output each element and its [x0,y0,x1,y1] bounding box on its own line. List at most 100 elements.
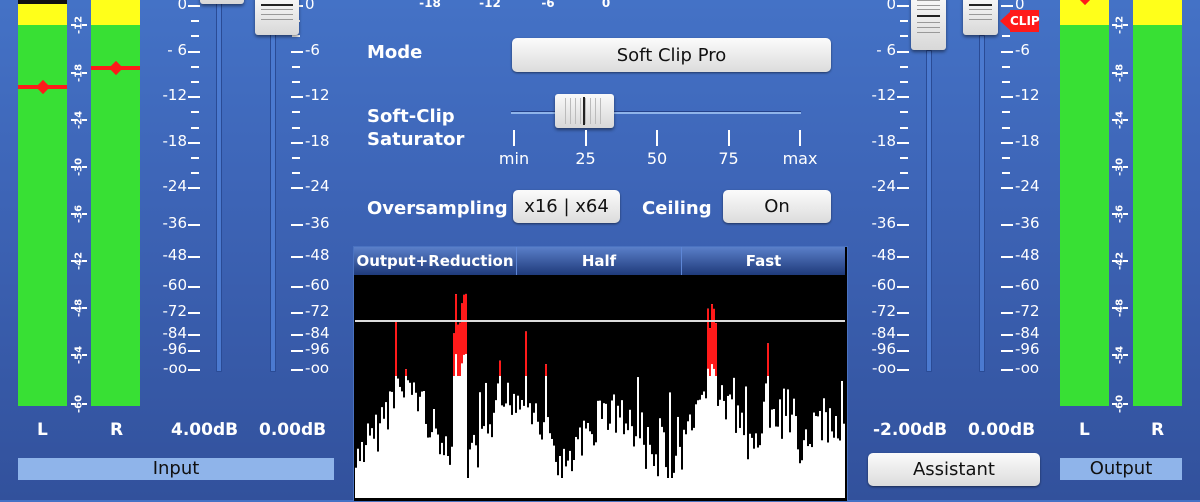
waveform-bar [795,416,797,498]
waveform-bar [613,394,615,498]
output-gain-value: -2.00dB [873,420,948,440]
fader-scale-label: -60 [305,276,330,294]
waveform-bar [523,405,525,498]
oversampling-button[interactable]: x16 | x64 [513,190,620,223]
fader-scale-tick [188,187,200,189]
output-gain-track[interactable] [926,50,932,372]
waveform-bar [837,438,839,498]
waveform-bar [549,433,551,498]
output-gain-fader[interactable] [911,0,946,50]
input-level-fader[interactable] [255,0,299,35]
waveform-bar [483,426,485,498]
waveform-bar [387,429,389,498]
waveform-bar [825,412,827,498]
waveform-bar [765,383,767,498]
fader-scale-tick [291,224,303,226]
waveform-bar [439,454,441,498]
waveform-bar [631,426,633,498]
waveform-bar [801,460,803,498]
fader-scale-label: -12 [871,86,897,104]
waveform-bar [673,472,675,498]
waveform-bar [427,437,429,498]
waveform-bar [513,393,515,498]
waveform-bar [377,451,379,498]
saturator-knob[interactable] [555,94,614,128]
meter-scale-label: -36 [73,204,85,224]
output-level-track[interactable] [979,35,985,372]
waveform-bar [741,412,743,498]
waveform-bar [717,405,719,498]
waveform-bar [533,412,535,498]
fader-scale-minor-tick [292,66,300,68]
waveform-bar [803,440,805,498]
reduction-bar [545,364,547,376]
waveform-bar [669,392,671,498]
meter-scale-label: -12 [1114,15,1126,35]
reduction-bar [455,294,457,355]
tab-half[interactable]: Half [517,247,682,275]
input-gain-fader[interactable] [200,0,244,4]
fader-scale-tick [1001,142,1013,144]
waveform-bar [441,442,443,498]
waveform-bar [789,432,791,498]
fader-scale-label: -18 [162,132,188,150]
waveform-bar [781,438,783,498]
waveform-bar [445,436,447,498]
fader-scale-tick [291,142,303,144]
ceiling-button[interactable]: On [723,190,831,223]
fader-scale-tick [1001,350,1013,352]
fader-scale-label: -72 [871,302,897,320]
waveform-bar [397,378,399,498]
reduction-bar [453,333,455,376]
waveform-bar [539,434,541,498]
top-scale-tick: -6 [541,0,555,10]
input-channel-r: R [110,420,124,440]
output-level-fader[interactable] [963,0,998,35]
fader-scale-label: -24 [871,177,897,195]
waveform-bar [643,444,645,498]
output-channel-l: L [1079,420,1090,440]
waveform-bar [385,402,387,498]
assistant-button[interactable]: Assistant [868,453,1040,486]
mode-select[interactable]: Soft Clip Pro [512,38,831,72]
waveform-bar [807,446,809,498]
peak-hold-marker [91,60,140,76]
fader-scale-label: -18 [305,132,330,150]
fader-scale-label: -84 [305,324,330,342]
fader-scale-tick [291,350,303,352]
tab-output-reduction[interactable]: Output+Reduction [354,247,517,275]
fader-scale-minor-tick [1002,172,1010,174]
waveform-bar [355,467,357,498]
waveform-bar [743,435,745,498]
fader-scale-tick [188,142,200,144]
waveform-bar [763,401,765,498]
waveform-bar [787,389,789,498]
fader-scale-tick [188,224,200,226]
fader-scale-minor-tick [900,81,908,83]
fader-scale-label: -96 [871,340,897,358]
fader-scale-tick [897,286,909,288]
waveform-bar [617,405,619,498]
waveform-bar [811,447,813,498]
fader-scale-minor-tick [292,35,300,37]
meter-scale-label: -12 [73,15,85,35]
fader-scale-label: -24 [305,177,330,195]
waveform-bar [563,448,565,498]
tab-fast[interactable]: Fast [682,247,845,275]
fader-scale-label: -48 [1015,246,1040,264]
input-level-track[interactable] [270,30,276,372]
waveform-bar [843,423,845,498]
waveform-bar [753,448,755,498]
input-gain-track[interactable] [216,0,222,372]
waveform-bar [777,426,779,498]
input-meter-left [18,0,67,406]
waveform-bar [585,428,587,498]
waveform-bar [719,399,721,498]
waveform-bar [759,445,761,498]
fader-scale-tick [188,369,200,371]
fader-scale-tick [897,369,909,371]
fader-scale-minor-tick [900,157,908,159]
waveform-bar [649,444,651,498]
fader-scale-label: -24 [162,177,188,195]
waveform-bar [383,418,385,498]
